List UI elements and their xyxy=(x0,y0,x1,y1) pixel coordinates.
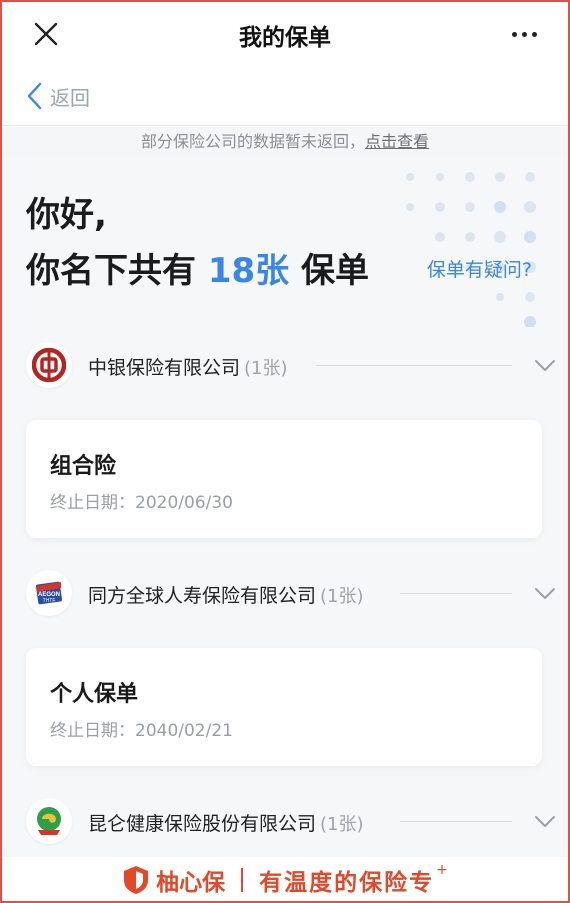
greeting-line: 你好, xyxy=(26,195,107,235)
company-policy-count: (1张) xyxy=(244,358,288,379)
more-dot-icon xyxy=(521,31,527,37)
brand-name: 柚心保 xyxy=(156,870,226,896)
more-dot-icon xyxy=(511,31,517,37)
kunlun-logo-icon xyxy=(26,798,72,844)
policy-title: 组合险 xyxy=(50,454,117,479)
brand-banner: 柚心保 有温度的保险专 + xyxy=(0,857,570,903)
thtf-logo-text: THTF xyxy=(43,598,56,604)
page-title: 我的保单 xyxy=(239,25,331,51)
company-header-kunlun[interactable]: 昆仑健康保险股份有限公司 (1张) xyxy=(26,798,556,844)
policy-count: 18张 xyxy=(207,251,290,291)
company-policy-count: (1张) xyxy=(320,586,364,607)
decorative-dots xyxy=(406,172,536,327)
aegon-logo-icon: AEGON THTF xyxy=(26,570,72,616)
company-name: 同方全球人寿保险有限公司 (1张) xyxy=(88,581,364,608)
brand-separator xyxy=(241,868,244,892)
top-bar: 我的保单 xyxy=(0,0,570,66)
policy-card[interactable]: 个人保单 终止日期：2040/02/21 xyxy=(26,648,542,766)
company-header-aegon[interactable]: AEGON THTF 同方全球人寿保险有限公司 (1张) xyxy=(26,570,556,616)
company-name: 昆仑健康保险股份有限公司 (1张) xyxy=(88,809,364,836)
chevron-down-icon xyxy=(535,816,555,827)
company-name-text: 中银保险有限公司 xyxy=(88,357,241,379)
company-header-boc[interactable]: 中银保险有限公司 (1张) xyxy=(26,342,556,388)
policy-title: 个人保单 xyxy=(50,682,139,707)
more-button[interactable] xyxy=(506,20,542,48)
divider-line xyxy=(400,821,512,822)
brand-slogan: 有温度的保险专 xyxy=(259,870,435,896)
chevron-left-icon xyxy=(27,82,42,110)
more-dot-icon xyxy=(531,31,537,37)
count-suffix: 保单 xyxy=(301,251,370,291)
policy-end-date: 终止日期：2040/02/21 xyxy=(50,721,233,741)
notice-text: 部分保险公司的数据暂未返回， xyxy=(140,132,365,151)
count-prefix: 你名下共有 xyxy=(26,251,196,291)
policy-list-area: 你好, 你名下共有 18张 保单 保单有疑问? 中银保险有限公司 (1张) 组合险… xyxy=(0,157,570,857)
back-row: 返回 xyxy=(0,66,570,126)
slogan-plus: + xyxy=(436,862,448,878)
notice-link[interactable]: 点击查看 xyxy=(365,132,429,151)
policy-card[interactable]: 组合险 终止日期：2020/06/30 xyxy=(26,420,542,538)
data-notice: 部分保险公司的数据暂未返回，点击查看 xyxy=(0,127,570,157)
company-name-text: 同方全球人寿保险有限公司 xyxy=(88,585,317,607)
company-name-text: 昆仑健康保险股份有限公司 xyxy=(88,813,317,835)
policy-end-date: 终止日期：2020/06/30 xyxy=(50,493,233,513)
shield-logo-icon xyxy=(124,866,149,894)
divider-line xyxy=(316,365,512,366)
chevron-down-icon xyxy=(535,360,555,371)
divider-line xyxy=(400,593,512,594)
policy-question-link[interactable]: 保单有疑问? xyxy=(427,255,532,282)
company-name: 中银保险有限公司 (1张) xyxy=(88,353,288,380)
back-label: 返回 xyxy=(50,85,90,110)
company-policy-count: (1张) xyxy=(320,814,364,835)
back-button[interactable]: 返回 xyxy=(26,80,90,112)
policy-count-line: 你名下共有 18张 保单 xyxy=(26,243,369,292)
boc-logo-icon xyxy=(26,342,72,388)
brand: 柚心保 xyxy=(122,863,225,897)
chevron-down-icon xyxy=(535,588,555,599)
